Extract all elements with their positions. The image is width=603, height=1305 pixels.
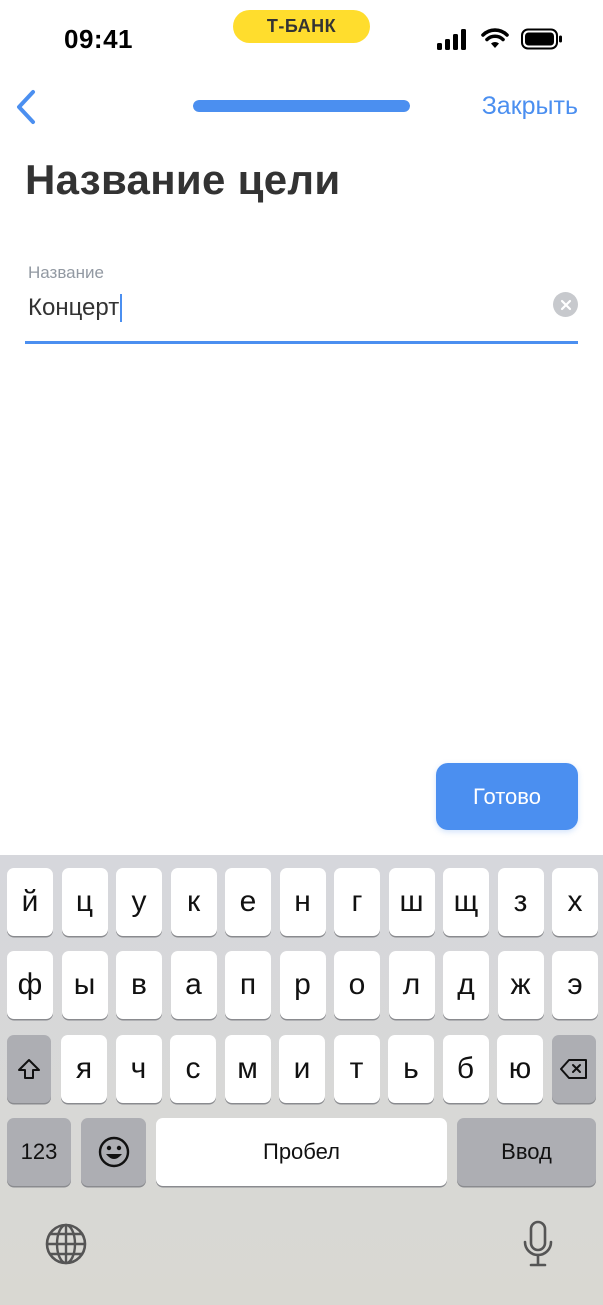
key-б[interactable]: б <box>442 1035 489 1103</box>
chevron-left-icon <box>17 90 35 124</box>
navigation-bar: Закрыть <box>0 80 603 140</box>
microphone-icon <box>523 1220 553 1267</box>
key-з[interactable]: з <box>497 868 544 936</box>
cellular-signal-icon <box>437 29 466 50</box>
brand-logo-pill: Т‑БАНК <box>233 10 370 43</box>
goal-name-field[interactable]: Название Концерт <box>25 258 578 344</box>
key-у[interactable]: у <box>116 868 162 936</box>
key-я[interactable]: я <box>61 1035 107 1103</box>
key-й[interactable]: й <box>7 868 53 936</box>
done-button[interactable]: Готово <box>436 763 578 830</box>
page-title: Название цели <box>25 156 341 203</box>
close-button[interactable]: Закрыть <box>482 92 578 121</box>
goal-name-label: Название <box>28 263 104 282</box>
return-key[interactable]: Ввод <box>457 1118 596 1186</box>
numbers-key[interactable]: 123 <box>7 1118 71 1186</box>
progress-bar <box>193 100 410 112</box>
clear-circle-icon <box>560 299 571 310</box>
dictation-button[interactable] <box>518 1217 558 1271</box>
key-щ[interactable]: щ <box>443 868 489 936</box>
progress-bar-fill <box>193 100 410 112</box>
status-bar: 09:41 Т‑БАНК <box>0 0 603 80</box>
text-caret <box>120 294 123 322</box>
shift-icon <box>18 1059 40 1079</box>
key-ш[interactable]: ш <box>388 868 435 936</box>
status-time: 09:41 <box>64 24 133 54</box>
language-switch-button[interactable] <box>42 1220 90 1268</box>
status-icons <box>437 28 563 50</box>
shift-key[interactable] <box>7 1035 51 1103</box>
globe-icon <box>45 1223 87 1265</box>
key-л[interactable]: л <box>388 951 435 1019</box>
on-screen-keyboard: 123 Пробел Ввод йцукенгшщзх фывапролджэ яч… <box>0 855 603 1305</box>
back-button[interactable] <box>6 86 46 128</box>
key-ф[interactable]: ф <box>7 951 53 1019</box>
emoji-icon <box>98 1136 129 1168</box>
key-м[interactable]: м <box>224 1035 271 1103</box>
emoji-key[interactable] <box>81 1118 146 1186</box>
key-в[interactable]: в <box>116 951 162 1019</box>
key-ю[interactable]: ю <box>497 1035 543 1103</box>
key-и[interactable]: и <box>279 1035 325 1103</box>
key-т[interactable]: т <box>333 1035 380 1103</box>
key-х[interactable]: х <box>552 868 598 936</box>
key-н[interactable]: н <box>279 868 326 936</box>
key-с[interactable]: с <box>170 1035 216 1103</box>
key-к[interactable]: к <box>170 868 217 936</box>
key-э[interactable]: э <box>552 951 598 1019</box>
key-ж[interactable]: ж <box>497 951 544 1019</box>
key-ь[interactable]: ь <box>388 1035 434 1103</box>
backspace-icon <box>560 1059 587 1079</box>
battery-icon <box>521 28 562 50</box>
key-ы[interactable]: ы <box>61 951 108 1019</box>
key-е[interactable]: е <box>225 868 271 936</box>
key-г[interactable]: г <box>334 868 380 936</box>
key-а[interactable]: а <box>170 951 217 1019</box>
key-р[interactable]: р <box>279 951 326 1019</box>
delete-key[interactable] <box>552 1035 596 1103</box>
goal-name-value: Концерт <box>28 294 120 321</box>
key-д[interactable]: д <box>443 951 489 1019</box>
wifi-icon <box>481 28 509 48</box>
key-ч[interactable]: ч <box>115 1035 162 1103</box>
key-п[interactable]: п <box>225 951 271 1019</box>
clear-input-button[interactable] <box>553 292 578 317</box>
key-о[interactable]: о <box>334 951 380 1019</box>
space-key[interactable]: Пробел <box>156 1118 447 1186</box>
key-ц[interactable]: ц <box>61 868 108 936</box>
goal-name-input[interactable]: Концерт <box>28 290 538 326</box>
